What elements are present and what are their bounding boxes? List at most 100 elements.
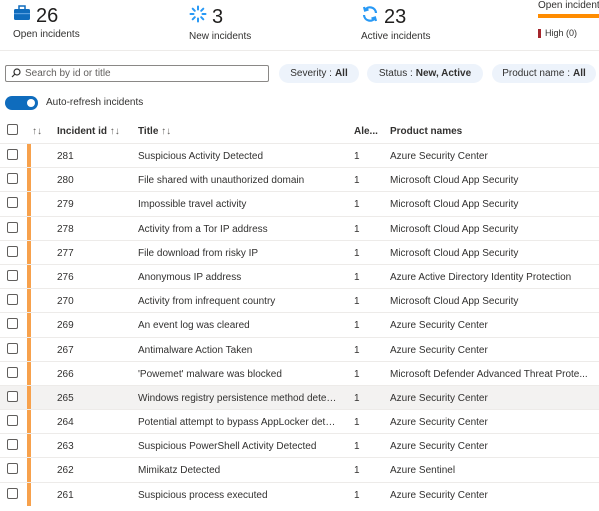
sort-icon[interactable]: ↑↓ (32, 126, 42, 137)
incident-id: 265 (57, 392, 74, 404)
product-name: Microsoft Defender Advanced Threat Prote… (390, 368, 588, 380)
table-row[interactable]: 266 'Powemet' malware was blocked 1 Microso… (0, 360, 599, 385)
alert-count: 1 (354, 223, 360, 235)
severity-stripe (27, 458, 31, 482)
row-checkbox[interactable] (7, 149, 18, 160)
severity-filter-name: Severity (290, 68, 327, 79)
incident-id: 264 (57, 417, 74, 429)
table-row[interactable]: 270 Activity from infrequent country 1 Micr… (0, 288, 599, 313)
incident-id: 279 (57, 199, 74, 211)
column-header-title[interactable]: Title ↑↓ (138, 126, 171, 137)
refresh-icon (361, 5, 379, 28)
product-name: Microsoft Cloud App Security (390, 175, 519, 187)
severity-stripe (27, 168, 31, 192)
row-checkbox[interactable] (7, 487, 18, 499)
table-row[interactable]: 279 Impossible travel activity 1 Microsoft … (0, 191, 599, 216)
high-severity-swatch (538, 28, 541, 38)
table-row[interactable]: 278 Activity from a Tor IP address 1 Micros… (0, 215, 599, 240)
severity-stripe (27, 385, 31, 410)
severity-filter-value: All (334, 68, 348, 79)
column-header-product[interactable]: Product names (390, 126, 462, 137)
table-row[interactable]: 265 Windows registry persistence method d… (0, 384, 599, 410)
table-row[interactable]: 277 File download from risky IP 1 Microsoft… (0, 239, 599, 264)
incident-title[interactable]: Suspicious PowerShell Activity Detected (138, 441, 338, 452)
incident-title[interactable]: Impossible travel activity (138, 199, 338, 210)
status-filter[interactable]: Status : New, Active (367, 64, 483, 83)
incident-title[interactable]: File shared with unauthorized domain (138, 175, 338, 186)
row-checkbox[interactable] (7, 342, 18, 354)
severity-stripe (27, 216, 31, 240)
severity-stripe (27, 240, 31, 264)
row-checkbox[interactable] (7, 221, 18, 233)
search-box[interactable] (5, 65, 269, 82)
severity-bar (538, 14, 599, 18)
row-checkbox[interactable] (7, 294, 18, 306)
select-all-checkbox[interactable] (7, 124, 18, 135)
row-checkbox[interactable] (7, 366, 18, 378)
incident-title[interactable]: Suspicious process executed (138, 490, 338, 501)
row-checkbox[interactable] (7, 439, 18, 451)
alert-count: 1 (354, 441, 360, 453)
open-incidents-count: 26 (36, 4, 59, 27)
briefcase-icon (13, 5, 31, 26)
row-checkbox[interactable] (7, 415, 18, 427)
severity-stripe (27, 361, 31, 385)
incident-title[interactable]: Potential attempt to bypass AppLocker de… (138, 417, 338, 428)
product-name: Microsoft Cloud App Security (390, 199, 519, 211)
incident-title[interactable]: Activity from infrequent country (138, 296, 338, 307)
column-header-alerts[interactable]: Ale... (354, 126, 378, 137)
incident-title[interactable]: 'Powemet' malware was blocked (138, 369, 338, 380)
alert-count: 1 (354, 151, 360, 162)
alert-count: 1 (354, 296, 360, 308)
incident-title[interactable]: Suspicious Activity Detected (138, 151, 338, 162)
search-input[interactable] (25, 68, 255, 79)
severity-stripe (27, 192, 31, 216)
alert-count: 1 (354, 271, 360, 283)
table-row[interactable]: 267 Antimalware Action Taken 1 Azure Securi… (0, 336, 599, 361)
row-checkbox[interactable] (7, 245, 18, 257)
product-name-filter[interactable]: Product name : All (492, 64, 596, 83)
table-row[interactable]: 276 Anonymous IP address 1 Azure Active Dir… (0, 263, 599, 289)
product-name: Azure Security Center (390, 392, 488, 404)
table-row[interactable]: 261 Suspicious process executed 1 Azure Sec… (0, 481, 599, 506)
product-name: Azure Sentinel (390, 465, 456, 477)
row-checkbox[interactable] (7, 390, 18, 402)
incident-title[interactable]: Antimalware Action Taken (138, 345, 338, 356)
row-checkbox[interactable] (7, 318, 18, 330)
row-checkbox[interactable] (7, 463, 18, 475)
table-row[interactable]: 280 File shared with unauthorized domain 1… (0, 167, 599, 192)
product-name: Microsoft Cloud App Security (390, 247, 519, 259)
incident-title[interactable]: Mimikatz Detected (138, 465, 338, 476)
column-header-id[interactable]: Incident id ↑↓ (57, 126, 120, 137)
severity-filter[interactable]: Severity : All (279, 64, 359, 83)
severity-stripe (27, 289, 31, 313)
sort-icon: ↑↓ (161, 126, 172, 137)
auto-refresh-label: Auto-refresh incidents (46, 97, 144, 108)
open-incidents-label: Open incidents (13, 29, 80, 40)
product-name: Azure Security Center (390, 151, 488, 162)
auto-refresh-toggle[interactable] (5, 96, 38, 110)
incident-title[interactable]: Windows registry persistence method dete… (138, 393, 338, 404)
open-incidents-stat: 26 Open incidents (13, 5, 80, 41)
incident-id: 263 (57, 441, 74, 453)
product-filter-name: Product name (502, 68, 565, 79)
product-filter-value: All (573, 68, 586, 79)
table-row[interactable]: 281 Suspicious Activity Detected 1 Azure Se… (0, 143, 599, 168)
incident-id: 277 (57, 247, 74, 259)
incident-title[interactable]: An event log was cleared (138, 320, 338, 331)
active-incidents-label: Active incidents (361, 31, 431, 42)
alert-count: 1 (354, 417, 360, 429)
incident-title[interactable]: Activity from a Tor IP address (138, 224, 338, 235)
table-row[interactable]: 263 Suspicious PowerShell Activity Detect… (0, 433, 599, 458)
table-row[interactable]: 262 Mimikatz Detected 1 Azure Sentinel (0, 457, 599, 482)
incident-id: 281 (57, 151, 74, 162)
incident-title[interactable]: Anonymous IP address (138, 272, 338, 283)
incident-title[interactable]: File download from risky IP (138, 248, 338, 259)
row-checkbox[interactable] (7, 269, 18, 281)
active-incidents-stat: 23 Active incidents (361, 5, 431, 42)
row-checkbox[interactable] (7, 173, 18, 185)
table-row[interactable]: 264 Potential attempt to bypass AppLocker… (0, 409, 599, 434)
alert-count: 1 (354, 392, 360, 404)
row-checkbox[interactable] (7, 197, 18, 209)
table-row[interactable]: 269 An event log was cleared 1 Azure Securi… (0, 312, 599, 337)
